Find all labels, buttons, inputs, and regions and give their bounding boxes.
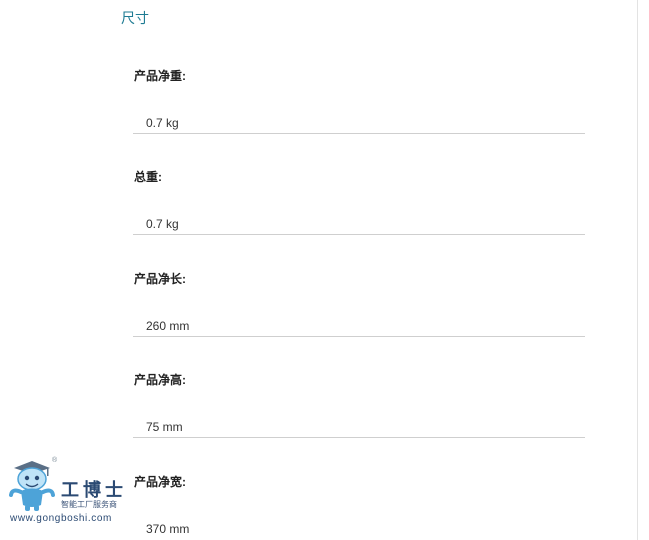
spec-value: 75 mm bbox=[146, 420, 183, 434]
watermark-logo: ® 工博士 智能工厂服务商 www.gongboshi.com bbox=[8, 457, 133, 526]
spec-label: 总重: bbox=[134, 170, 162, 184]
spec-label: 产品净高: bbox=[134, 373, 186, 387]
spec-divider bbox=[133, 437, 585, 438]
robot-mascot-icon bbox=[9, 461, 55, 511]
content-right-border bbox=[637, 0, 638, 540]
spec-value: 0.7 kg bbox=[146, 116, 179, 130]
spec-label: 产品净宽: bbox=[134, 475, 186, 489]
spec-value: 370 mm bbox=[146, 522, 190, 536]
spec-value: 260 mm bbox=[146, 319, 190, 333]
spec-label: 产品净重: bbox=[134, 69, 186, 83]
section-title-dimensions: 尺寸 bbox=[121, 10, 149, 26]
spec-divider bbox=[133, 133, 585, 134]
product-spec-page: 尺寸 产品净重: 0.7 kg 总重: 0.7 kg 产品净长: 260 mm … bbox=[0, 0, 649, 540]
spec-divider bbox=[133, 336, 585, 337]
watermark-slogan: 智能工厂服务商 bbox=[61, 500, 117, 509]
spec-label: 产品净长: bbox=[134, 272, 186, 286]
registered-mark: ® bbox=[52, 457, 58, 464]
watermark-url: www.gongboshi.com bbox=[10, 513, 112, 524]
spec-divider bbox=[133, 234, 585, 235]
spec-value: 0.7 kg bbox=[146, 217, 179, 231]
